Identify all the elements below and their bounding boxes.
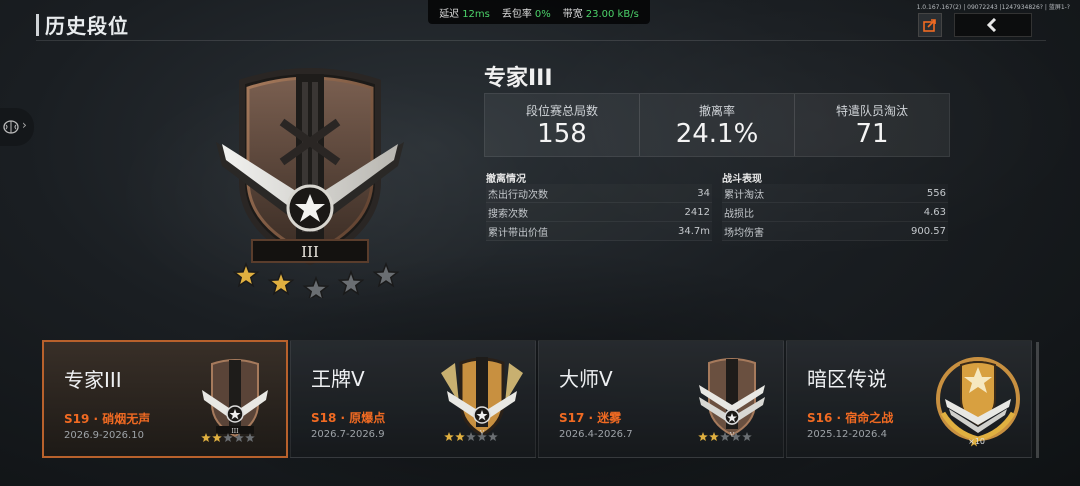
combat-details-title: 战斗表现: [722, 174, 762, 185]
stat-label: 段位赛总局数: [525, 103, 598, 118]
card-rank: 暗区传说: [807, 367, 887, 391]
star-empty-icon: [742, 432, 752, 442]
season-card-s19[interactable]: 专家III S19 · 硝烟无声 2026.9-2026.10 III: [42, 340, 288, 458]
stat-total-matches: 段位赛总局数 158: [485, 94, 639, 156]
card-rank: 大师V: [559, 367, 613, 391]
star-empty-icon: [302, 275, 330, 298]
season-card-s18[interactable]: 王牌V S18 · 原爆点 2026.7-2026.9 V: [290, 340, 536, 458]
page-title: 历史段位: [45, 14, 129, 38]
detail-row: 战损比 4.63: [722, 203, 948, 222]
stat-evac-rate: 撤离率 24.1%: [639, 94, 794, 156]
bandwidth-stat: 带宽 23.00 kB/s: [562, 8, 639, 20]
top-bar: 历史段位 延迟 12ms 丢包率 0% 带宽 23.00 kB/s 1.0.167.1…: [0, 0, 1080, 42]
star-empty-icon: [477, 432, 487, 442]
share-icon: [923, 19, 936, 32]
star-filled-icon: [212, 433, 222, 443]
evac-details: 撤离情况 杰出行动次数 34 搜索次数 2412 累计带出价值 34.7m: [486, 170, 712, 241]
card-season: S18 · 原爆点: [311, 411, 386, 425]
star-filled-icon: [232, 261, 260, 288]
side-drawer-tab[interactable]: [0, 108, 34, 146]
back-button[interactable]: [954, 13, 1032, 37]
star-empty-icon: [234, 433, 244, 443]
stat-label: 撤离率: [698, 103, 735, 118]
star-empty-icon: [466, 432, 476, 442]
detail-row: 场均伤害 900.57: [722, 222, 948, 241]
evac-details-title: 撤离情况: [486, 174, 526, 185]
star-empty-icon: [720, 432, 730, 442]
season-card-s16[interactable]: 暗区传说 S16 · 宿命之战 2025.12-2026.4 ×10: [786, 340, 1032, 458]
season-cards: 专家III S19 · 硝烟无声 2026.9-2026.10 III 王牌V …: [42, 340, 1042, 458]
star-empty-icon: [488, 432, 498, 442]
network-status: 延迟 12ms 丢包率 0% 带宽 23.00 kB/s: [428, 0, 650, 24]
card-season: S17 · 迷雾: [559, 411, 622, 425]
scroll-edge-indicator: [1036, 342, 1039, 458]
star-empty-icon: [223, 433, 233, 443]
brain-icon: [3, 120, 19, 134]
stat-value: 71: [855, 118, 889, 149]
star-empty-icon: [731, 432, 741, 442]
card-rank: 专家III: [64, 368, 122, 392]
title-accent-bar: [36, 13, 39, 36]
star-filled-icon: [698, 432, 708, 442]
detail-row: 累计带出价值 34.7m: [486, 222, 712, 241]
version-text: 1.0.167.167(2) | 09072243 |1247934826? |…: [916, 4, 1070, 11]
card-season: S16 · 宿命之战: [807, 411, 894, 425]
current-rank-name: 专家III: [484, 66, 553, 91]
title-divider: [36, 40, 1046, 41]
detail-row: 杰出行动次数 34: [486, 184, 712, 203]
card-season: S19 · 硝烟无声: [64, 412, 151, 426]
card-stars: [201, 433, 255, 443]
card-stars: [698, 432, 752, 442]
star-count: ×10: [968, 437, 985, 446]
latency-value: 12ms: [462, 8, 490, 20]
collapse-chevron-icon[interactable]: ›: [22, 118, 27, 132]
star-filled-icon: [709, 432, 719, 442]
star-filled-icon: [201, 433, 211, 443]
star-filled-icon: [267, 269, 295, 296]
bandwidth-value: 23.00 kB/s: [585, 8, 639, 20]
card-dates: 2026.4-2026.7: [559, 429, 633, 440]
rank-stars: [232, 261, 400, 298]
card-dates: 2026.9-2026.10: [64, 430, 144, 441]
star-filled-icon: [444, 432, 454, 442]
star-filled-icon: [455, 432, 465, 442]
latency-stat: 延迟 12ms: [439, 8, 490, 20]
stat-value: 24.1%: [675, 118, 759, 149]
summary-stats: 段位赛总局数 158 撤离率 24.1% 特遣队员淘汰 71: [484, 93, 950, 157]
legend-badge-icon: [936, 357, 1020, 442]
stat-label: 特遣队员淘汰: [835, 103, 908, 118]
season-card-s17[interactable]: 大师V S17 · 迷雾 2026.4-2026.7 V: [538, 340, 784, 458]
card-stars: [444, 432, 498, 442]
card-dates: 2025.12-2026.4: [807, 429, 887, 440]
back-arrow-icon: [986, 18, 997, 32]
detail-row: 搜索次数 2412: [486, 203, 712, 222]
loss-stat: 丢包率 0%: [501, 8, 551, 20]
loss-value: 0%: [534, 8, 551, 20]
stat-eliminations: 特遣队员淘汰 71: [794, 94, 949, 156]
detail-row: 累计淘汰 556: [722, 184, 948, 203]
share-button[interactable]: [918, 13, 942, 37]
star-empty-icon: [372, 261, 400, 288]
card-rank: 王牌V: [311, 367, 365, 391]
page-title-wrap: 历史段位: [36, 10, 129, 39]
card-dates: 2026.7-2026.9: [311, 429, 385, 440]
star-empty-icon: [245, 433, 255, 443]
combat-details: 战斗表现 累计淘汰 556 战损比 4.63 场均伤害 900.57: [722, 170, 948, 241]
star-empty-icon: [337, 269, 365, 296]
stat-value: 158: [537, 118, 587, 149]
